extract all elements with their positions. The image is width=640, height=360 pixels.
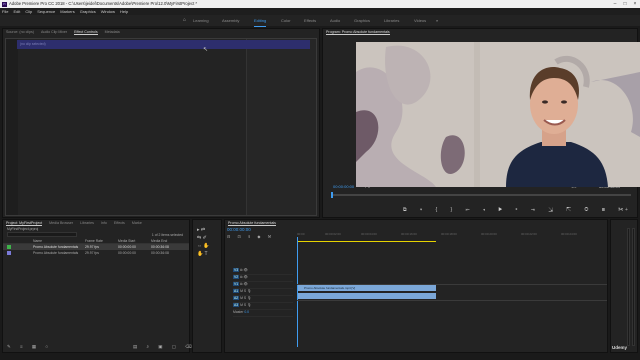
video-frame-image [356, 42, 640, 187]
home-icon[interactable]: ⌂ [183, 17, 186, 23]
maximize-icon[interactable]: □ [620, 0, 630, 8]
timeline-panel: Promo Absolute fundamentals 00:00:00:00 … [224, 219, 608, 353]
playhead-line[interactable] [297, 237, 298, 347]
menu-edit[interactable]: Edit [13, 9, 20, 14]
workspace-audio[interactable]: Audio [330, 15, 340, 26]
workspace-libraries[interactable]: Libraries [384, 15, 399, 26]
label-color-icon [7, 251, 11, 255]
tab-markers[interactable]: Marke [132, 221, 142, 225]
meter-left [627, 228, 630, 346]
playhead-scrubber[interactable] [331, 194, 631, 196]
source-tab-row: Source: (no clips) Audio Clip Mixer Effect… [3, 29, 319, 35]
tools-panel: ▸ ⇄ ⇆ ✐ ⇔ ✋ ✋ T [192, 219, 222, 353]
tab-libraries[interactable]: Libraries [80, 221, 94, 225]
track-header-v1[interactable]: V1 ⧉ 👁 [233, 282, 293, 289]
effect-controls-header: (no clip selected) [17, 40, 310, 49]
tab-metadata[interactable]: Metadata [105, 30, 120, 34]
menu-window[interactable]: Window [101, 9, 115, 14]
menu-markers[interactable]: Markers [60, 9, 74, 14]
audio-meters [610, 219, 638, 353]
menu-bar: File Edit Clip Sequence Markers Graphics Windo… [0, 8, 640, 15]
time-ruler[interactable]: 00:00 00:00:02:00 00:00:04:00 00:00:16:0… [297, 232, 607, 240]
mouse-cursor-icon: ↖ [203, 47, 209, 53]
timeline-tab-row: Promo Absolute fundamentals [225, 220, 607, 226]
meter-right [632, 228, 635, 346]
workspace-graphics[interactable]: Graphics [354, 15, 370, 26]
timeline-timecode[interactable]: 00:00:00:00 [227, 227, 251, 232]
add-button-icon[interactable]: + [625, 207, 628, 213]
track-header-v2[interactable]: V2 ⧉ 👁 [233, 275, 293, 282]
playhead-marker[interactable] [331, 192, 333, 198]
label-color-icon [7, 245, 11, 249]
menu-sequence[interactable]: Sequence [37, 9, 55, 14]
video-clip[interactable]: Promo Absolute fundamentals.mp4 [V] [298, 285, 436, 291]
project-panel: Project: MyFirstProject Media Browser Libr… [2, 219, 192, 353]
track-header-a2[interactable]: A2 M S 🎙 [233, 296, 293, 303]
master-track[interactable]: Master 0.0 [233, 310, 293, 317]
work-area-bar[interactable] [297, 241, 436, 242]
program-video-frame [356, 42, 640, 187]
premiere-logo-icon: Pr [2, 1, 7, 7]
tab-source[interactable]: Source: (no clips) [6, 30, 34, 34]
project-footer-actions[interactable]: ▤ ⌕ ▣ ▢ ⌫ [133, 344, 196, 350]
program-timecode[interactable]: 00:00:00:00 [333, 184, 354, 189]
effect-controls-area [5, 38, 317, 216]
project-search-input[interactable] [7, 232, 77, 237]
tab-media-browser[interactable]: Media Browser [49, 221, 73, 225]
menu-file[interactable]: File [2, 9, 8, 14]
tool-icons[interactable]: ▸ ⇄ ⇆ ✐ ⇔ ✋ ✋ T [197, 226, 219, 258]
minimize-icon[interactable]: – [610, 0, 620, 8]
workspace-videos[interactable]: Videos [414, 15, 426, 26]
workspace-editing[interactable]: Editing [254, 15, 267, 27]
tab-audio-clip-mixer[interactable]: Audio Clip Mixer [41, 30, 67, 34]
program-title[interactable]: Program: Promo Absolute fundamentals [326, 30, 390, 35]
track-header-a1[interactable]: A1 M S 🎙 [233, 289, 293, 296]
workspace-effects[interactable]: Effects [304, 15, 316, 26]
title-bar: Pr Adobe Premiere Pro CC 2018 - C:\Users… [0, 0, 640, 8]
workspace-learning[interactable]: Learning [193, 15, 209, 26]
workspace-assembly[interactable]: Assembly [222, 15, 239, 26]
audio-clip[interactable] [298, 293, 436, 299]
menu-help[interactable]: Help [120, 9, 128, 14]
tab-effects[interactable]: Effects [114, 221, 125, 225]
program-tab-row: Program: Promo Absolute fundamentals [323, 29, 637, 35]
timeline-tools[interactable]: ⊟ ⊡ ⌽ ◆ ⚒ [227, 234, 274, 239]
sequence-tab[interactable]: Promo Absolute fundamentals [228, 221, 276, 226]
track-headers: V3 ⧉ 👁 V2 ⧉ 👁 V1 ⧉ 👁 A1 M S 🎙 A2 M S 🎙 A… [233, 268, 293, 317]
menu-clip[interactable]: Clip [25, 9, 32, 14]
more-workspaces-icon[interactable]: » [436, 15, 438, 26]
effect-controls-panel: Source: (no clips) Audio Clip Mixer Effect… [2, 28, 320, 218]
tab-effect-controls[interactable]: Effect Controls [74, 30, 98, 35]
menu-graphics[interactable]: Graphics [80, 9, 96, 14]
close-icon[interactable]: × [630, 0, 640, 8]
track-header-v3[interactable]: V3 ⧉ 👁 [233, 268, 293, 275]
project-footer-tools[interactable]: ✎ ≡ ▦ ○ [7, 344, 52, 350]
track-header-a3[interactable]: A3 M S 🎙 [233, 303, 293, 310]
window-title: Adobe Premiere Pro CC 2018 - C:\Users\je… [9, 1, 198, 6]
workspace-bar: ⌂ Learning Assembly Editing Color Effect… [0, 15, 640, 27]
table-row[interactable]: Promo Absolute fundamentals 29.97 fps 00… [3, 250, 189, 256]
tab-info[interactable]: Info [101, 221, 107, 225]
transport-controls[interactable]: ⧉ ▾ { } ⇤ ◂ ▶ ▸ ⇥ ⇲ ⇱ ◎ ⊞ ✂ [403, 207, 629, 213]
udemy-watermark: Udemy [612, 345, 628, 350]
workspace-color[interactable]: Color [281, 15, 291, 26]
